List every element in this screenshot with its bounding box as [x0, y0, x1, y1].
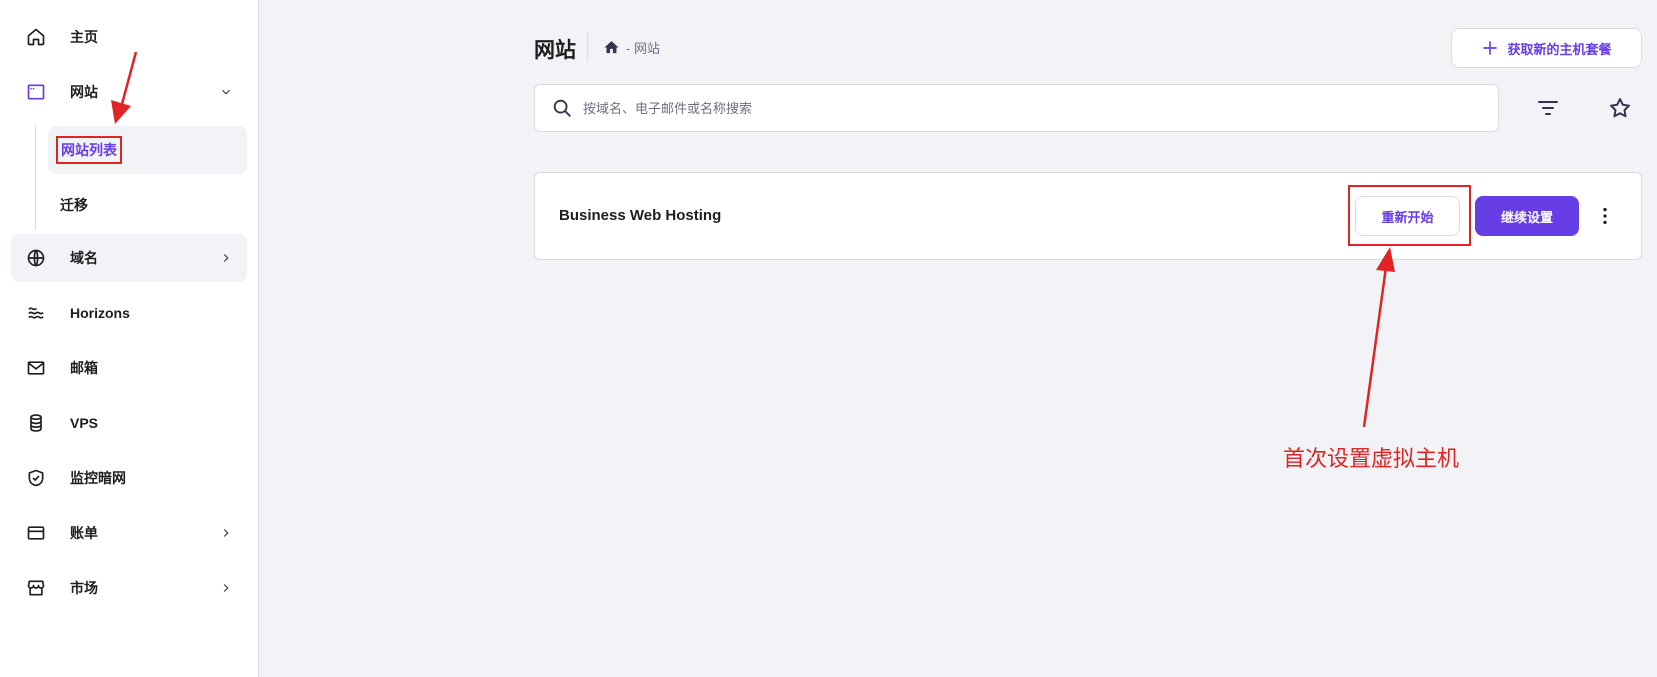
title-divider [587, 32, 588, 62]
chevron-right-icon [219, 251, 233, 265]
kebab-menu-icon [1594, 205, 1616, 227]
globe-icon [25, 247, 47, 269]
filter-icon [1536, 96, 1560, 120]
browser-icon [25, 81, 47, 103]
sidebar-item-marketplace[interactable]: 市场 [11, 564, 247, 612]
sidebar-item-label: 域名 [70, 250, 98, 266]
chevron-down-icon [219, 85, 233, 99]
sidebar-subitem-label: 迁移 [60, 197, 88, 213]
star-icon [1608, 96, 1632, 120]
sidebar-item-label: 账单 [70, 525, 98, 541]
home-icon [25, 26, 47, 48]
sidebar-item-email[interactable]: 邮箱 [11, 344, 247, 392]
filter-button[interactable] [1528, 88, 1568, 128]
sidebar-item-billing[interactable]: 账单 [11, 509, 247, 557]
search-icon [551, 97, 573, 119]
page-title: 网站 [534, 39, 576, 62]
sidebar-item-label: 市场 [70, 580, 98, 596]
get-plan-label: 获取新的主机套餐 [1507, 41, 1612, 57]
annotation-label: 首次设置虚拟主机 [1283, 447, 1460, 472]
sidebar-item-label: 邮箱 [70, 360, 98, 376]
chevron-right-icon [219, 581, 233, 595]
search-input[interactable] [583, 93, 1498, 123]
breadcrumb: - 网站 [603, 38, 660, 57]
sidebar-item-label: VPS [70, 415, 99, 431]
sidebar-item-label: 监控暗网 [70, 470, 126, 486]
store-icon [25, 577, 47, 599]
sidebar-subitem-label: 网站列表 [56, 136, 122, 164]
submenu-divider [35, 125, 36, 230]
breadcrumb-current: - 网站 [626, 41, 660, 56]
sidebar-item-domains[interactable]: 域名 [11, 234, 247, 282]
sidebar-item-websites[interactable]: 网站 [11, 68, 247, 116]
favorites-button[interactable] [1600, 88, 1640, 128]
waves-icon [25, 302, 47, 324]
credit-card-icon [25, 522, 47, 544]
sidebar-item-label: 网站 [70, 84, 98, 100]
site-name: Business Web Hosting [559, 207, 722, 224]
site-card: Business Web Hosting 重新开始 继续设置 [534, 172, 1642, 260]
more-options-button[interactable] [1592, 197, 1618, 235]
mail-icon [25, 357, 47, 379]
search-bar [534, 84, 1499, 132]
sidebar-subitem-migration[interactable]: 迁移 [48, 181, 247, 229]
arrow-to-restart-button [1362, 247, 1395, 428]
get-new-hosting-plan-button[interactable]: 获取新的主机套餐 [1451, 28, 1642, 68]
sidebar: 主页 网站 网站列表 迁移 域名 Horizons 邮箱 VPS 监控暗网 账单… [0, 0, 259, 677]
chevron-right-icon [219, 526, 233, 540]
shield-check-icon [25, 467, 47, 489]
sidebar-item-horizons[interactable]: Horizons [11, 289, 247, 337]
home-icon[interactable] [603, 39, 626, 56]
plus-icon [1481, 39, 1507, 57]
sidebar-subitem-website-list[interactable]: 网站列表 [48, 126, 247, 174]
sidebar-item-dark-web-monitor[interactable]: 监控暗网 [11, 454, 247, 502]
sidebar-item-label: Horizons [70, 305, 130, 321]
database-icon [25, 412, 47, 434]
restart-button[interactable]: 重新开始 [1355, 196, 1460, 236]
sidebar-item-label: 主页 [70, 29, 98, 45]
sidebar-item-vps[interactable]: VPS [11, 399, 247, 447]
sidebar-item-home[interactable]: 主页 [11, 13, 247, 61]
continue-setup-button[interactable]: 继续设置 [1475, 196, 1579, 236]
